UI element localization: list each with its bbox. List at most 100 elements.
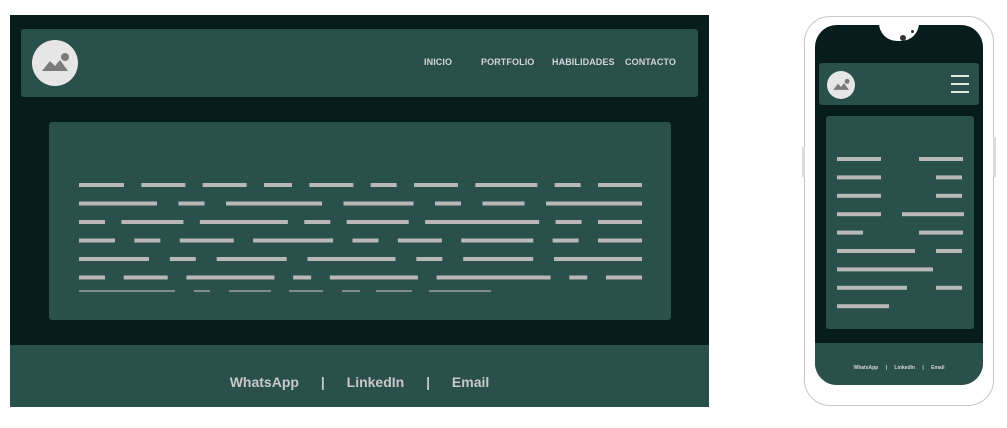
placeholder-line [902, 212, 964, 217]
nav-item-portfolio[interactable]: PORTFOLIO [481, 57, 534, 67]
placeholder-line [179, 238, 234, 243]
footer-separator: | [885, 365, 888, 371]
placeholder-line [461, 238, 534, 243]
mobile-footer: WhatsApp | LinkedIn | Email [815, 343, 983, 385]
placeholder-line [329, 275, 418, 280]
navbar: INICIO PORTFOLIO HABILIDADES CONTACTO [21, 29, 698, 97]
footer-link-linkedin[interactable]: LinkedIn [894, 365, 915, 371]
placeholder-line [79, 238, 115, 243]
placeholder-line [837, 193, 881, 198]
placeholder-line [79, 183, 124, 187]
placeholder-line [293, 275, 312, 280]
placeholder-line [475, 183, 538, 187]
placeholder-line [79, 220, 105, 224]
footer-link-email[interactable]: Email [931, 365, 944, 371]
footer-separator: | [320, 374, 325, 390]
placeholder-line [79, 275, 105, 280]
placeholder-line [569, 275, 588, 280]
placeholder-line [936, 175, 962, 180]
placeholder-line [121, 220, 184, 224]
placeholder-line [264, 183, 292, 187]
footer-link-whatsapp[interactable]: WhatsApp [853, 365, 878, 371]
placeholder-line [178, 201, 205, 206]
mobile-navbar [819, 63, 979, 105]
placeholder-line [554, 183, 581, 187]
placeholder-line [307, 257, 396, 261]
placeholder-line [199, 220, 288, 224]
placeholder-line [919, 157, 963, 161]
placeholder-line [169, 257, 196, 261]
placeholder-line [309, 183, 354, 187]
placeholder-line [414, 183, 458, 187]
nav-item-habilidades[interactable]: HABILIDADES [552, 57, 615, 67]
camera-icon [900, 35, 906, 41]
placeholder-text-lines [837, 157, 964, 309]
placeholder-line [435, 201, 461, 206]
placeholder-line [837, 230, 863, 235]
mobile-text-placeholder [826, 116, 974, 329]
image-placeholder-icon[interactable] [32, 40, 78, 86]
mobile-footer-links: WhatsApp | LinkedIn | Email [815, 365, 983, 371]
placeholder-line [229, 290, 271, 292]
placeholder-line [837, 212, 881, 217]
placeholder-line [352, 238, 379, 243]
placeholder-line [376, 290, 412, 292]
placeholder-line [554, 257, 642, 261]
placeholder-line [837, 157, 881, 161]
placeholder-line [598, 183, 642, 187]
phone-notch [879, 25, 919, 41]
hamburger-menu-icon[interactable] [951, 75, 969, 93]
footer: WhatsApp | LinkedIn | Email [10, 345, 709, 407]
placeholder-line [226, 201, 322, 206]
placeholder-line [253, 238, 334, 243]
footer-separator: | [426, 374, 431, 390]
placeholder-line [346, 220, 409, 224]
placeholder-line [936, 249, 962, 253]
phone-mockup: WhatsApp | LinkedIn | Email [802, 16, 996, 406]
footer-link-email[interactable]: Email [452, 374, 489, 390]
phone-side-button [993, 137, 996, 177]
hero-text-placeholder [49, 122, 671, 320]
sensor-icon [911, 30, 914, 33]
placeholder-line [837, 285, 907, 290]
phone-side-button [802, 147, 805, 177]
placeholder-text-lines [79, 183, 642, 292]
placeholder-line [936, 193, 962, 198]
footer-link-whatsapp[interactable]: WhatsApp [230, 374, 299, 390]
placeholder-line [141, 183, 186, 187]
placeholder-line [134, 238, 161, 243]
placeholder-line [837, 249, 915, 253]
placeholder-line [397, 238, 442, 243]
placeholder-line [598, 238, 642, 243]
phone-screen: WhatsApp | LinkedIn | Email [815, 25, 983, 385]
placeholder-line [837, 267, 933, 272]
placeholder-line [436, 275, 551, 280]
placeholder-line [463, 257, 534, 261]
placeholder-line [186, 275, 275, 280]
placeholder-line [304, 220, 331, 224]
footer-link-linkedin[interactable]: LinkedIn [347, 374, 405, 390]
nav-item-inicio[interactable]: INICIO [424, 57, 452, 67]
placeholder-line [606, 275, 642, 280]
image-placeholder-icon[interactable] [827, 71, 855, 99]
placeholder-line [79, 290, 175, 292]
placeholder-line [216, 257, 287, 261]
desktop-mockup: INICIO PORTFOLIO HABILIDADES CONTACTO Wh… [10, 15, 709, 407]
footer-separator: | [922, 365, 924, 371]
nav-item-contacto[interactable]: CONTACTO [625, 57, 676, 67]
placeholder-line [416, 257, 443, 261]
placeholder-line [79, 257, 149, 261]
placeholder-line [429, 290, 491, 292]
placeholder-line [546, 201, 642, 206]
placeholder-line [598, 220, 642, 224]
placeholder-line [936, 285, 962, 290]
placeholder-line [837, 175, 881, 180]
placeholder-line [425, 220, 540, 224]
placeholder-line [342, 290, 360, 292]
placeholder-line [555, 220, 582, 224]
placeholder-line [79, 201, 157, 206]
placeholder-line [343, 201, 414, 206]
placeholder-line [482, 201, 525, 206]
placeholder-line [289, 290, 323, 292]
placeholder-line [837, 304, 889, 309]
